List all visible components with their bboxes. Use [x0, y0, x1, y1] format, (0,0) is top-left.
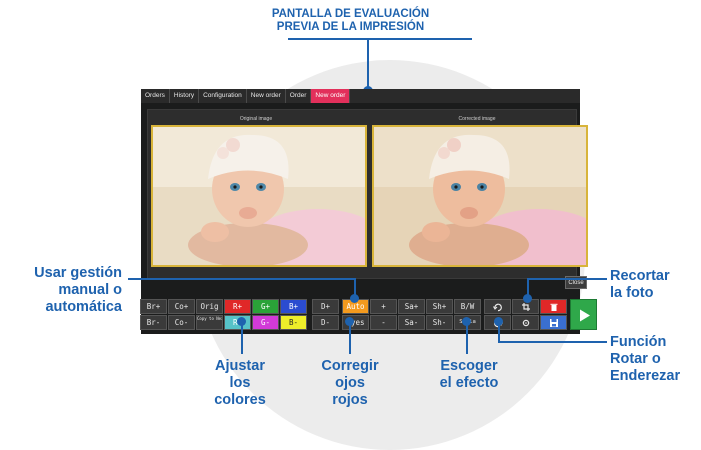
green-minus-button[interactable]: G-	[252, 315, 279, 330]
annotation-gestion: Usar gestión manual o automática	[4, 265, 122, 316]
annotation-ojos-line1: Corregir	[321, 358, 379, 374]
density-plus-button[interactable]: D+	[312, 299, 339, 314]
title-pointer-line	[367, 40, 369, 90]
plus-button[interactable]: +	[370, 299, 397, 314]
colores-pointer-dot	[237, 317, 246, 326]
tab-order[interactable]: Order	[286, 89, 312, 103]
app-window: Orders History Configuration New order O…	[141, 89, 588, 334]
efecto-pointer-dot	[462, 317, 471, 326]
recortar-pointer-line	[527, 278, 607, 280]
rotate-button[interactable]	[484, 299, 511, 314]
rotar-pointer-dot	[494, 317, 503, 326]
annotation-colores: Ajustar los colores	[200, 358, 280, 409]
corrected-image-label: Corrected image	[458, 116, 496, 122]
blue-plus-button[interactable]: B+	[280, 299, 307, 314]
save-button[interactable]	[540, 315, 567, 330]
settings-button[interactable]	[512, 315, 539, 330]
annotation-ojos-line2: ojos	[335, 375, 365, 391]
play-icon	[580, 309, 590, 322]
annotation-colores-line3: colores	[214, 392, 266, 408]
annotation-gestion-line3: automática	[45, 299, 122, 315]
preview-panel: Original image Corrected image	[147, 109, 588, 279]
screen-title-line2: PREVIA DE LA IMPRESIÓN	[276, 21, 425, 33]
green-plus-button[interactable]: G+	[252, 299, 279, 314]
contrast-minus-button[interactable]: Co-	[168, 315, 195, 330]
brightness-plus-button[interactable]: Br+	[140, 299, 167, 314]
corrected-baby-photo	[374, 127, 586, 265]
settings-icon	[522, 319, 529, 327]
original-button[interactable]: Orig	[196, 299, 223, 314]
rotar-pointer-line	[498, 341, 607, 343]
delete-icon	[550, 303, 557, 311]
tab-bar: Orders History Configuration New order O…	[141, 89, 580, 103]
gestion-pointer-line	[128, 278, 356, 280]
screen-title: PANTALLA DE EVALUACIÓN PREVIA DE LA IMPR…	[0, 8, 701, 34]
contrast-plus-button[interactable]: Co+	[168, 299, 195, 314]
title-underline	[288, 38, 472, 40]
annotation-rotar: Función Rotar o Enderezar	[610, 334, 700, 385]
annotation-gestion-line1: Usar gestión	[34, 265, 122, 281]
save-icon	[549, 319, 558, 327]
annotation-recortar: Recortar la foto	[610, 268, 700, 302]
tab-new-order-active[interactable]: New order	[311, 89, 351, 103]
corrected-image	[372, 125, 588, 267]
start-print-button[interactable]	[570, 299, 597, 330]
density-minus-button[interactable]: D-	[312, 315, 339, 330]
copy-to-next-button[interactable]: Copy to Next	[196, 315, 223, 330]
tab-configuration[interactable]: Configuration	[199, 89, 247, 103]
annotation-colores-line1: Ajustar	[215, 358, 265, 374]
original-image	[151, 125, 367, 267]
annotation-ojos: Corregir ojos rojos	[308, 358, 392, 409]
annotation-rotar-line3: Enderezar	[610, 368, 681, 384]
recortar-pointer-dot	[523, 294, 532, 303]
tab-new-order[interactable]: New order	[247, 89, 286, 103]
original-baby-photo	[153, 127, 365, 265]
annotation-rotar-line2: Rotar o	[610, 351, 661, 367]
annotation-efecto-line2: el efecto	[439, 375, 499, 391]
red-plus-button[interactable]: R+	[224, 299, 251, 314]
annotation-efecto-line1: Escoger	[440, 358, 498, 374]
brightness-minus-button[interactable]: Br-	[140, 315, 167, 330]
tab-history[interactable]: History	[170, 89, 200, 103]
annotation-recortar-line1: Recortar	[610, 268, 670, 284]
ojos-pointer-dot	[345, 317, 354, 326]
annotation-recortar-line2: la foto	[610, 285, 654, 301]
annotation-gestion-line2: manual o	[58, 282, 122, 298]
annotation-colores-line2: los	[229, 375, 251, 391]
screen-title-line1: PANTALLA DE EVALUACIÓN	[271, 8, 430, 20]
annotation-rotar-line1: Función	[610, 334, 667, 350]
annotation-efecto: Escoger el efecto	[424, 358, 514, 392]
blue-minus-button[interactable]: B-	[280, 315, 307, 330]
sharpness-plus-button[interactable]: Sh+	[426, 299, 453, 314]
gestion-pointer-dot	[350, 294, 359, 303]
delete-button[interactable]	[540, 299, 567, 314]
saturation-plus-button[interactable]: Sa+	[398, 299, 425, 314]
saturation-minus-button[interactable]: Sa-	[398, 315, 425, 330]
minus-button[interactable]: -	[370, 315, 397, 330]
sharpness-minus-button[interactable]: Sh-	[426, 315, 453, 330]
rotate-icon	[492, 303, 502, 312]
crop-icon	[521, 303, 530, 311]
black-white-button[interactable]: B/W	[454, 299, 481, 314]
recortar-pointer-stem	[527, 278, 529, 295]
annotation-ojos-line3: rojos	[332, 392, 368, 408]
tab-orders[interactable]: Orders	[141, 89, 170, 103]
original-image-label: Original image	[239, 116, 273, 122]
